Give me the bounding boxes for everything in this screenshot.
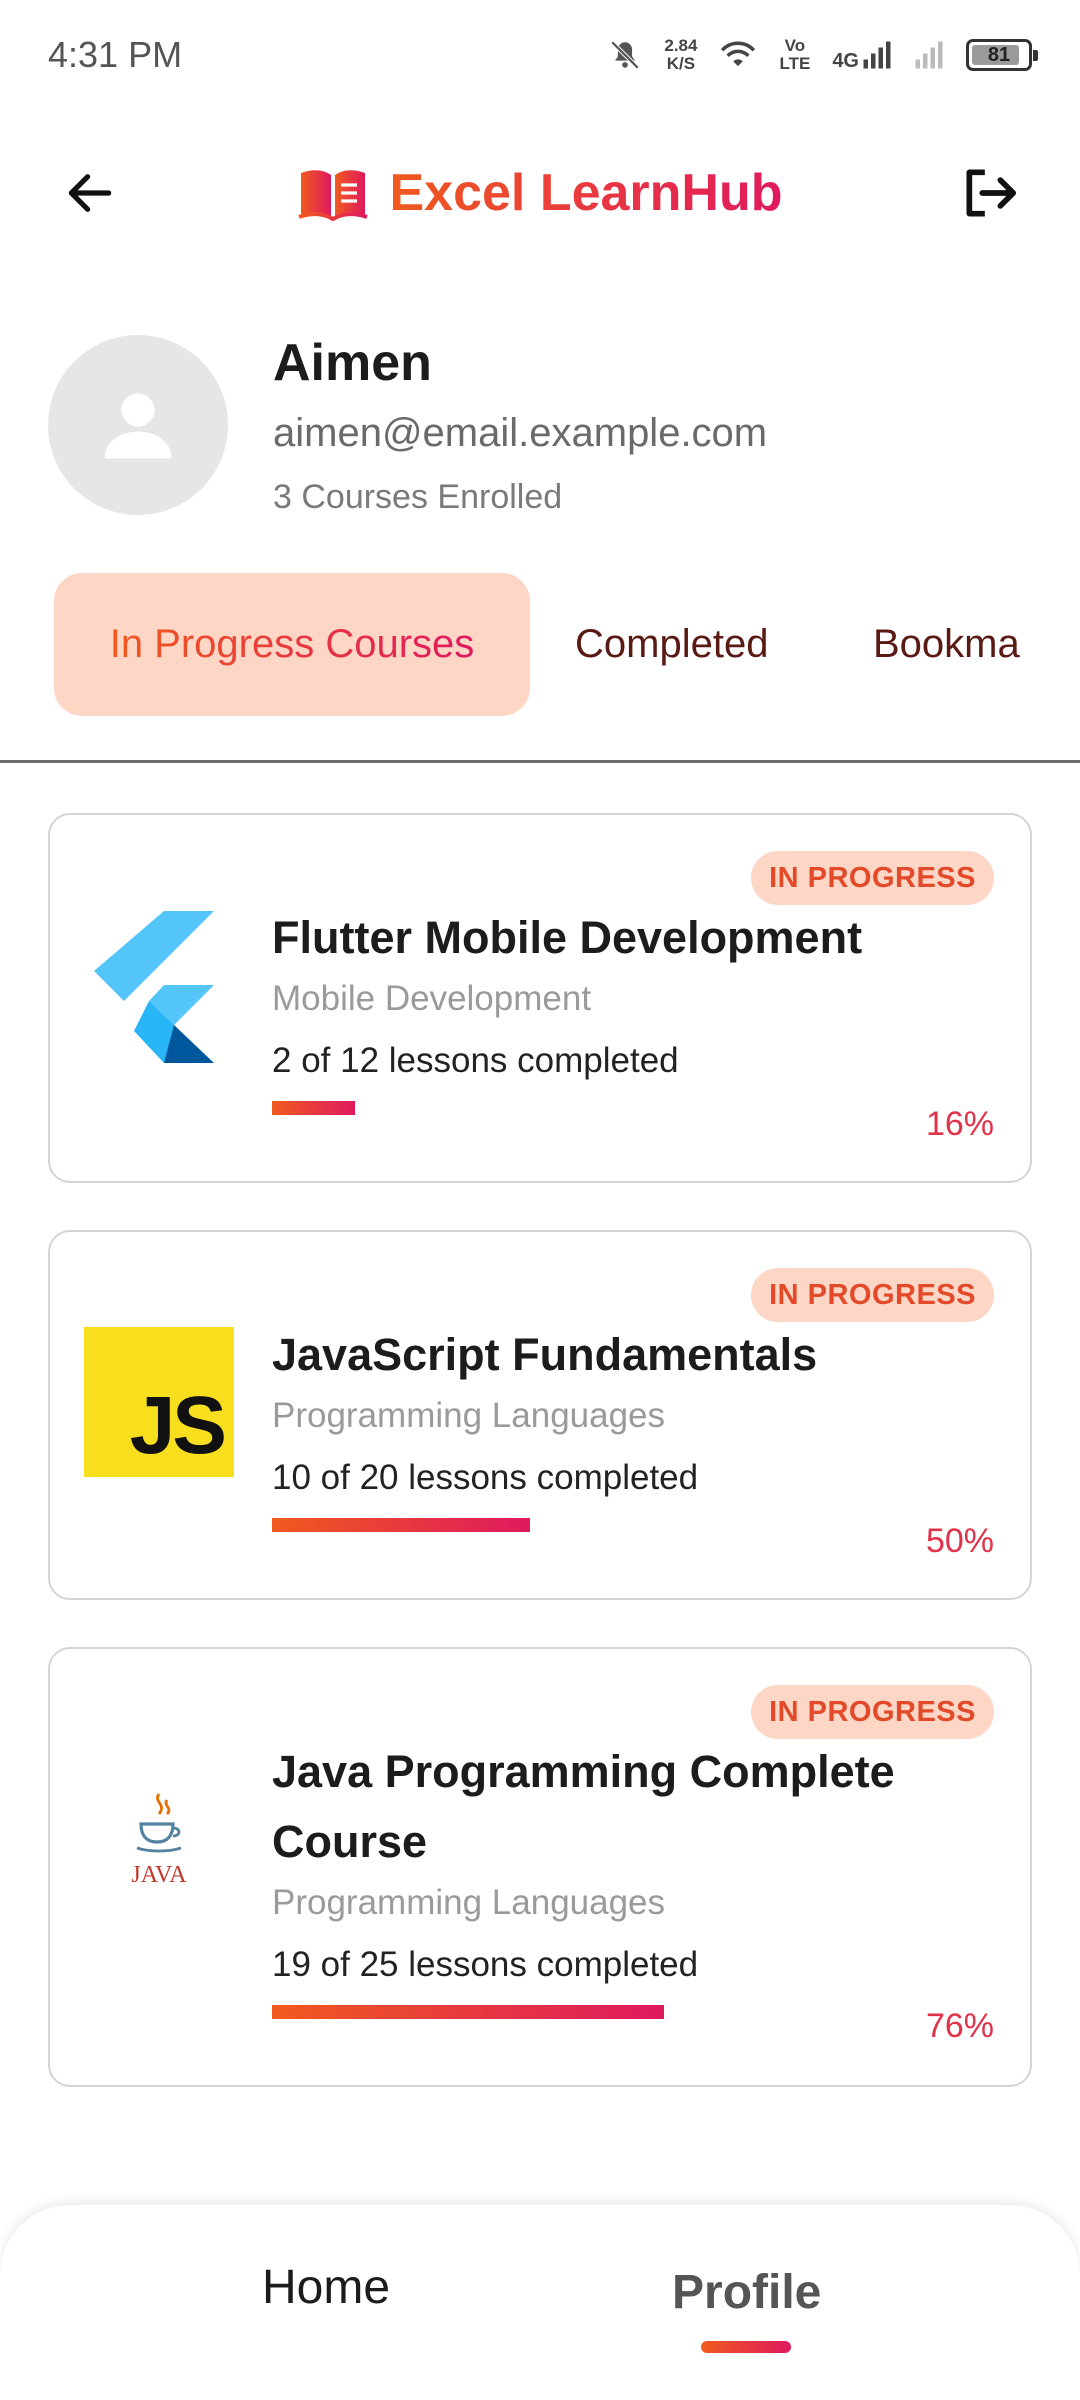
logout-button[interactable]: [950, 153, 1030, 233]
signal-4g: 4G: [832, 40, 892, 71]
nav-home[interactable]: Home: [262, 2260, 390, 2315]
course-title: Flutter Mobile Development: [272, 912, 863, 963]
net-speed: 2.84 K/S: [664, 36, 698, 73]
lessons-completed: 19 of 25 lessons completed: [272, 1945, 699, 1984]
course-card-javascript[interactable]: IN PROGRESS JS JavaScript Fundamentals P…: [48, 1230, 1032, 1600]
bottom-nav: Home Profile: [0, 2205, 1080, 2400]
user-icon: [104, 393, 172, 459]
progress-percent: 50%: [925, 1522, 994, 1560]
lessons-completed: 10 of 20 lessons completed: [272, 1458, 699, 1497]
tab-bookmarks[interactable]: Bookma: [873, 573, 1020, 716]
profile-email: aimen@email.example.com: [273, 411, 768, 455]
profile-section: Aimen aimen@email.example.com 3 Courses …: [48, 330, 1032, 520]
book-icon: [298, 169, 369, 221]
status-badge: IN PROGRESS: [751, 851, 994, 905]
status-icons: 2.84 K/S Vo LTE 4G 81: [608, 36, 1038, 73]
lessons-completed: 2 of 12 lessons completed: [272, 1041, 679, 1080]
avatar[interactable]: [48, 335, 228, 515]
signal-weak-icon: [915, 41, 943, 69]
brand: Excel LearnHub: [297, 163, 783, 223]
course-category: Programming Languages: [272, 1883, 666, 1922]
tabs-divider: [0, 760, 1080, 763]
nav-profile[interactable]: Profile: [672, 2265, 821, 2320]
back-button[interactable]: [50, 153, 130, 233]
progress-percent: 16%: [925, 1105, 994, 1143]
flutter-logo: [84, 907, 234, 1067]
tab-in-progress[interactable]: In Progress Courses: [54, 573, 530, 716]
arrow-left-icon: [68, 173, 112, 212]
progress-fill: [272, 1101, 355, 1115]
course-tabs: In Progress Courses Completed Bookma: [0, 573, 1080, 763]
course-category: Programming Languages: [272, 1396, 666, 1435]
logout-icon: [966, 168, 1017, 217]
status-badge: IN PROGRESS: [751, 1268, 994, 1322]
course-info: JavaScript Fundamentals Programming Lang…: [272, 1320, 970, 1532]
courses-enrolled: 3 Courses Enrolled: [273, 478, 563, 516]
wifi-icon: [721, 41, 756, 67]
course-info: Flutter Mobile Development Mobile Develo…: [272, 903, 970, 1115]
profile-name: Aimen: [273, 334, 432, 392]
status-badge: IN PROGRESS: [751, 1685, 994, 1739]
course-category: Mobile Development: [272, 979, 592, 1018]
battery-icon: 81: [966, 39, 1038, 71]
progress-bar: [272, 2005, 788, 2019]
course-card-java[interactable]: IN PROGRESS JAVA Java Programming Comple…: [48, 1647, 1032, 2087]
tab-completed[interactable]: Completed: [575, 573, 768, 716]
javascript-logo: JS: [84, 1327, 234, 1477]
status-bar: 4:31 PM 2.84 K/S Vo LTE 4G 81: [0, 0, 1080, 110]
signal-icon: [863, 41, 891, 69]
progress-fill: [272, 2005, 665, 2019]
course-card-flutter[interactable]: IN PROGRESS Flutter Mobile Development M…: [48, 813, 1032, 1183]
profile-info: Aimen aimen@email.example.com 3 Courses …: [273, 333, 767, 517]
java-cup-icon: [136, 1792, 182, 1852]
brand-title: Excel LearnHub: [389, 163, 783, 222]
course-title: JavaScript Fundamentals: [272, 1329, 818, 1380]
progress-bar: [272, 1101, 788, 1115]
course-info: Java Programming Complete Course Program…: [272, 1737, 970, 2019]
volte-indicator: Vo LTE: [779, 36, 811, 73]
progress-bar: [272, 1518, 788, 1532]
app-header: Excel LearnHub: [0, 130, 1080, 255]
java-logo: JAVA: [84, 1769, 234, 1909]
progress-percent: 76%: [925, 2007, 994, 2045]
bell-muted-icon: [611, 40, 640, 70]
nav-active-indicator: [701, 2341, 791, 2353]
progress-fill: [272, 1518, 530, 1532]
status-time: 4:31 PM: [48, 34, 183, 75]
flutter-icon: [94, 911, 214, 1063]
course-title: Java Programming Complete Course: [272, 1746, 895, 1867]
